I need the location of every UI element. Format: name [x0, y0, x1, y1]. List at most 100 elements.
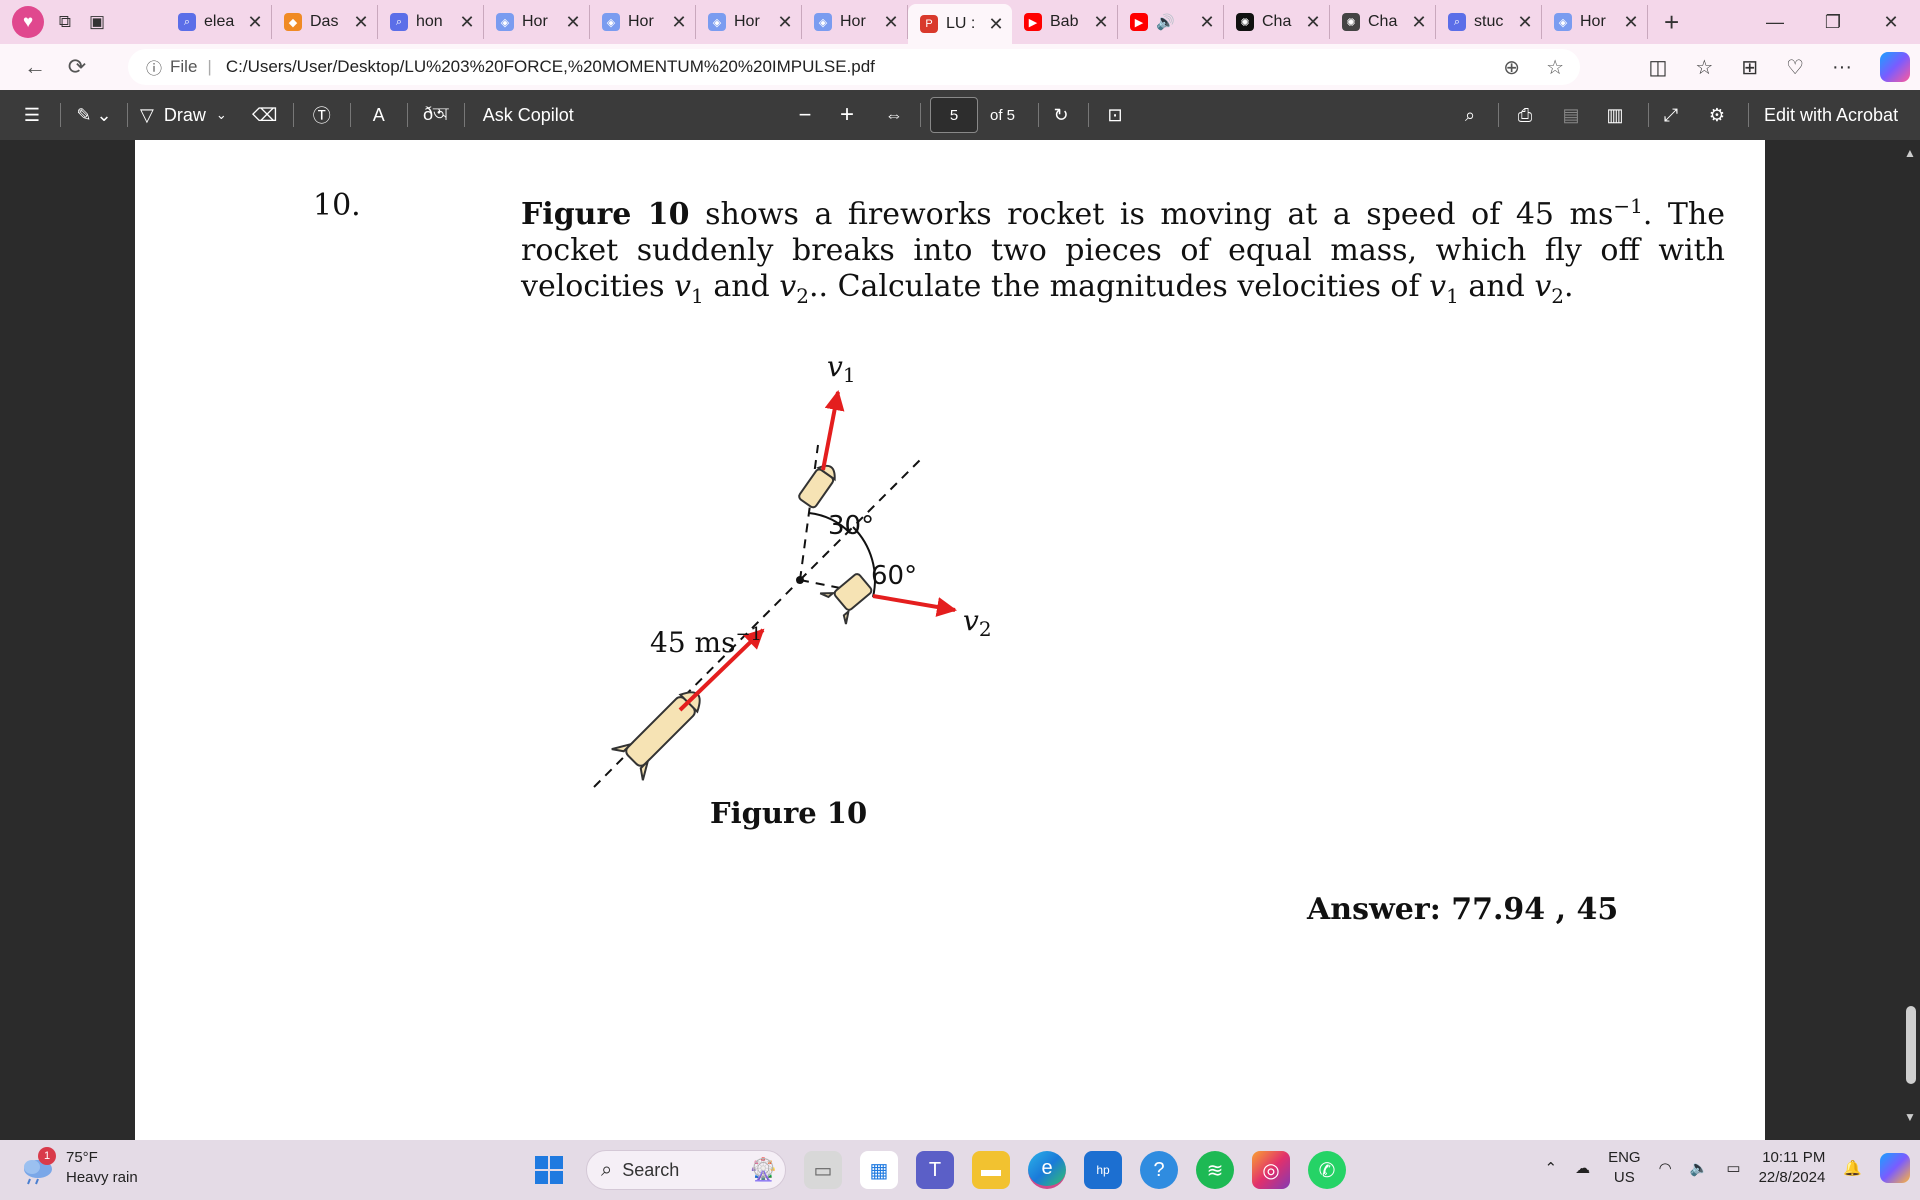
highlight-icon[interactable]: ✎ ⌄ — [69, 105, 119, 126]
pdf-viewer[interactable]: 10. Figure 10 shows a fireworks rocket i… — [0, 140, 1920, 1140]
back-button[interactable]: ← — [14, 54, 56, 80]
tab-actions-icon[interactable]: ▣ — [86, 11, 108, 33]
search-icon[interactable]: ⌕ — [1455, 105, 1485, 126]
minimize-button[interactable]: — — [1746, 0, 1804, 44]
profile-icon[interactable]: ♥ — [12, 6, 44, 38]
file-explorer-icon[interactable]: ▬ — [972, 1151, 1010, 1189]
browser-tab[interactable]: ✺ Cha ✕ — [1224, 5, 1330, 39]
restore-button[interactable]: ❐ — [1804, 0, 1862, 44]
close-tab-icon[interactable]: ✕ — [1515, 12, 1535, 33]
close-tab-icon[interactable]: ✕ — [1303, 12, 1323, 33]
scrollbar[interactable]: ▲ ▼ — [1900, 140, 1920, 1140]
notification-bell-icon[interactable]: 🔔 — [1843, 1159, 1862, 1177]
print-icon[interactable]: ⎙ — [1510, 105, 1540, 126]
workspaces-icon[interactable]: ⧉ — [54, 11, 76, 33]
browser-tab[interactable]: ◈ Hor ✕ — [696, 5, 802, 39]
myhp-icon[interactable]: hp — [1084, 1151, 1122, 1189]
refresh-button[interactable]: ⟳ — [56, 54, 98, 80]
whatsapp-icon[interactable]: ✆ — [1308, 1151, 1346, 1189]
language-indicator[interactable]: ENG US — [1608, 1148, 1641, 1188]
settings-gear-icon[interactable]: ⚙ — [1702, 105, 1732, 126]
browser-tab[interactable]: P LU : ✕ — [908, 4, 1012, 44]
save-as-icon[interactable]: ▥ — [1600, 105, 1630, 126]
split-screen-icon[interactable]: ◫ — [1648, 55, 1667, 80]
rain-cloud-icon: 1 — [20, 1147, 56, 1185]
instagram-icon[interactable]: ◎ — [1252, 1151, 1290, 1189]
page-view-icon[interactable]: ⊡ — [1100, 105, 1130, 126]
new-tab-button[interactable]: + — [1664, 7, 1679, 38]
browser-tab[interactable]: ◈ Hor ✕ — [1542, 5, 1648, 39]
read-aloud-icon[interactable]: A — [359, 105, 399, 126]
onedrive-icon[interactable]: ☁ — [1575, 1159, 1590, 1177]
battery-icon[interactable]: ▭ — [1726, 1159, 1740, 1177]
text-box-icon[interactable]: Ⓣ — [302, 102, 342, 128]
favorites-icon[interactable]: ☆ — [1695, 55, 1713, 80]
wifi-icon[interactable]: ◠ — [1659, 1159, 1672, 1177]
collections-icon[interactable]: ⊞ — [1741, 55, 1758, 80]
close-tab-icon[interactable]: ✕ — [669, 12, 689, 33]
close-tab-icon[interactable]: ✕ — [1409, 12, 1429, 33]
show-hidden-icons-icon[interactable]: ⌃ — [1545, 1159, 1558, 1177]
more-options-icon[interactable]: ··· — [1832, 56, 1852, 79]
audio-playing-icon[interactable]: 🔊 — [1156, 13, 1175, 31]
page-number-input[interactable]: 5 — [930, 97, 978, 133]
edit-with-acrobat-button[interactable]: Edit with Acrobat — [1764, 105, 1898, 126]
close-window-button[interactable]: ✕ — [1862, 0, 1920, 44]
scroll-up-icon[interactable]: ▲ — [1904, 146, 1916, 160]
zoom-out-icon[interactable]: − — [790, 102, 820, 128]
clock[interactable]: 10:11 PM 22/8/2024 — [1759, 1148, 1826, 1188]
info-icon[interactable]: ⓘ — [146, 55, 162, 79]
translate-icon[interactable]: ðঅ — [416, 100, 456, 131]
close-tab-icon[interactable]: ✕ — [1197, 12, 1217, 33]
close-tab-icon[interactable]: ✕ — [457, 12, 477, 33]
draw-button[interactable]: ▽ Draw ⌄ — [140, 105, 227, 126]
rotate-icon[interactable]: ↻ — [1046, 105, 1076, 126]
store-icon[interactable]: ▦ — [860, 1151, 898, 1189]
address-bar[interactable]: ⓘ File | C:/Users/User/Desktop/LU%203%20… — [128, 49, 1580, 85]
browser-tab[interactable]: ⌕ hon ✕ — [378, 5, 484, 39]
contents-icon[interactable]: ☰ — [12, 105, 52, 126]
browser-tab[interactable]: ◈ Hor ✕ — [590, 5, 696, 39]
close-tab-icon[interactable]: ✕ — [1621, 12, 1641, 33]
zoom-icon[interactable]: ⊕ — [1503, 55, 1520, 80]
browser-tab[interactable]: ◆ Das ✕ — [272, 5, 378, 39]
tab-label: Hor — [840, 13, 866, 30]
weather-widget[interactable]: 1 75°F Heavy rain — [20, 1147, 138, 1188]
copilot-taskbar-icon[interactable] — [1880, 1153, 1910, 1183]
help-icon[interactable]: ? — [1140, 1151, 1178, 1189]
volume-icon[interactable]: 🔈 — [1690, 1159, 1709, 1177]
close-tab-icon[interactable]: ✕ — [1091, 12, 1111, 33]
save-icon[interactable]: ▤ — [1556, 105, 1586, 126]
chevron-down-icon: ⌄ — [215, 107, 227, 122]
extensions-icon[interactable]: ♡ — [1786, 55, 1804, 80]
task-view-icon[interactable]: ▭ — [804, 1151, 842, 1189]
spotify-icon[interactable]: ≋ — [1196, 1151, 1234, 1189]
close-tab-icon[interactable]: ✕ — [881, 12, 901, 33]
browser-tab[interactable]: ⌕ elea ✕ — [166, 5, 272, 39]
browser-tab[interactable]: ◈ Hor ✕ — [802, 5, 908, 39]
erase-icon[interactable]: ⌫ — [245, 105, 285, 126]
browser-tab[interactable]: ▶ Bab ✕ — [1012, 5, 1118, 39]
browser-tab[interactable]: ⌕ stuc ✕ — [1436, 5, 1542, 39]
ask-copilot-button[interactable]: Ask Copilot — [483, 105, 574, 126]
browser-tab[interactable]: ▶ 🔊 ✕ — [1118, 5, 1224, 39]
browser-tab[interactable]: ✺ Cha ✕ — [1330, 5, 1436, 39]
fit-width-icon[interactable]: ⇔ — [878, 105, 910, 126]
zoom-in-icon[interactable]: + — [832, 101, 862, 129]
close-tab-icon[interactable]: ✕ — [986, 14, 1006, 35]
edge-icon[interactable]: e — [1028, 1151, 1066, 1189]
browser-tab[interactable]: ◈ Hor ✕ — [484, 5, 590, 39]
windows-start-icon[interactable] — [530, 1151, 568, 1189]
url-text[interactable]: C:/Users/User/Desktop/LU%203%20FORCE,%20… — [226, 57, 875, 77]
fullscreen-icon[interactable]: ⤢ — [1656, 105, 1686, 126]
teams-icon[interactable]: T — [916, 1151, 954, 1189]
taskbar-search[interactable]: ⌕ Search 🎡 — [586, 1150, 786, 1190]
favorite-star-icon[interactable]: ☆ — [1546, 55, 1564, 80]
copilot-icon[interactable] — [1880, 52, 1910, 82]
scroll-down-icon[interactable]: ▼ — [1904, 1110, 1916, 1124]
close-tab-icon[interactable]: ✕ — [245, 12, 265, 33]
close-tab-icon[interactable]: ✕ — [563, 12, 583, 33]
close-tab-icon[interactable]: ✕ — [775, 12, 795, 33]
close-tab-icon[interactable]: ✕ — [351, 12, 371, 33]
scrollbar-thumb[interactable] — [1906, 1006, 1916, 1084]
